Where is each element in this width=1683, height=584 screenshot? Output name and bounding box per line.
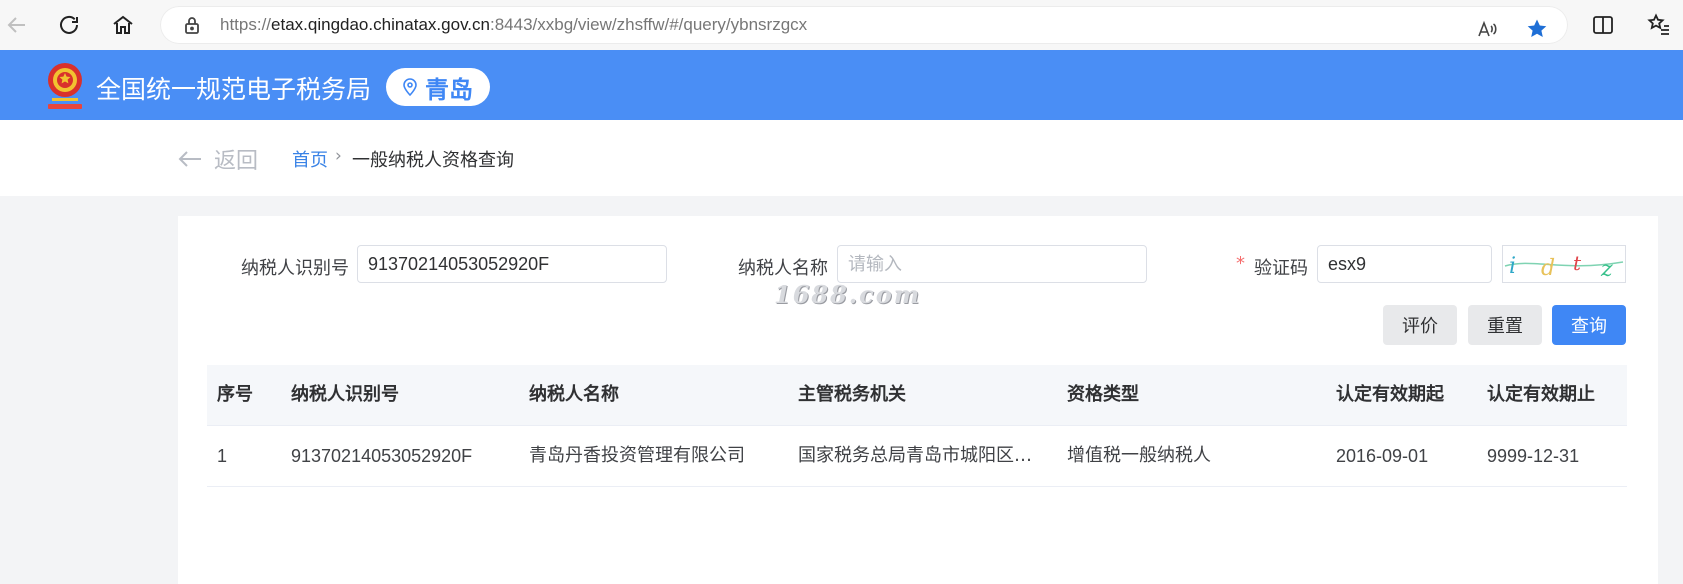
- header-valid-to: 认定有效期止: [1487, 384, 1595, 405]
- url-host: etax.qingdao.chinatax.gov.cn: [271, 15, 490, 34]
- left-arrow-icon: [178, 151, 201, 167]
- refresh-icon[interactable]: [54, 10, 84, 40]
- taxpayer-name-input[interactable]: [837, 245, 1147, 283]
- cell-taxpayer-name: 青岛丹香投资管理有限公司: [529, 445, 745, 466]
- required-mark: *: [1236, 253, 1245, 274]
- taxpayer-id-label: 纳税人识别号: [241, 258, 349, 279]
- captcha-input[interactable]: [1317, 245, 1492, 283]
- captcha-label: 验证码: [1254, 258, 1308, 279]
- browser-toolbar: https://etax.qingdao.chinatax.gov.cn:844…: [0, 0, 1683, 51]
- url-text[interactable]: https://etax.qingdao.chinatax.gov.cn:844…: [220, 15, 807, 35]
- breadcrumb-home[interactable]: 首页: [292, 146, 328, 172]
- back-arrow-icon[interactable]: [2, 10, 32, 40]
- table-header: 序号 纳税人识别号 纳税人名称 主管税务机关 资格类型 认定有效期起 认定有效期…: [207, 365, 1627, 426]
- header-taxpayer-id: 纳税人识别号: [291, 384, 399, 405]
- back-button[interactable]: 返回: [178, 143, 258, 175]
- cell-tax-authority: 国家税务总局青岛市城阳区税…: [798, 445, 1048, 466]
- lock-icon[interactable]: [182, 15, 202, 35]
- breadcrumb-current: 一般纳税人资格查询: [352, 150, 514, 171]
- header-taxpayer-name: 纳税人名称: [529, 384, 619, 405]
- captcha-char-4: z: [1600, 257, 1613, 282]
- header-qualification-type: 资格类型: [1067, 384, 1139, 405]
- header-valid-from: 认定有效期起: [1336, 384, 1444, 405]
- results-table: 序号 纳税人识别号 纳税人名称 主管税务机关 资格类型 认定有效期起 认定有效期…: [207, 365, 1627, 487]
- url-prefix: https://: [220, 15, 272, 34]
- cell-index: 1: [217, 446, 228, 466]
- breadcrumb-separator: ›: [335, 146, 342, 166]
- reset-button[interactable]: 重置: [1468, 305, 1542, 345]
- read-aloud-icon[interactable]: [1476, 18, 1498, 40]
- taxpayer-name-label: 纳税人名称: [738, 258, 828, 279]
- query-button[interactable]: 查询: [1552, 305, 1626, 345]
- captcha-image[interactable]: i d t z: [1502, 245, 1626, 283]
- cell-taxpayer-id: 91370214053052920F: [291, 446, 473, 466]
- evaluate-button[interactable]: 评价: [1383, 305, 1457, 345]
- cell-valid-from: 2016-09-01: [1336, 446, 1429, 466]
- captcha-char-1: i: [1509, 254, 1516, 279]
- table-row[interactable]: 1 91370214053052920F 青岛丹香投资管理有限公司 国家税务总局…: [207, 426, 1627, 487]
- header-tax-authority: 主管税务机关: [798, 384, 906, 405]
- region-selector[interactable]: 青岛: [386, 68, 490, 106]
- favorite-star-icon[interactable]: [1526, 18, 1548, 40]
- cell-qualification-type: 增值税一般纳税人: [1067, 445, 1211, 466]
- captcha-char-2: d: [1541, 256, 1555, 281]
- region-name: 青岛: [425, 75, 473, 104]
- header-index: 序号: [217, 384, 253, 405]
- location-pin-icon: [403, 78, 417, 96]
- cell-valid-to: 9999-12-31: [1487, 446, 1580, 466]
- national-emblem-icon[interactable]: [44, 58, 86, 112]
- captcha-char-3: t: [1573, 251, 1582, 275]
- favorites-list-icon[interactable]: [1644, 10, 1674, 40]
- watermark-text: 1688.com: [774, 280, 922, 309]
- split-screen-icon[interactable]: [1588, 10, 1618, 40]
- site-title[interactable]: 全国统一规范电子税务局: [96, 70, 371, 106]
- back-label: 返回: [214, 149, 259, 174]
- address-bar[interactable]: https://etax.qingdao.chinatax.gov.cn:844…: [160, 6, 1568, 44]
- taxpayer-id-input[interactable]: [357, 245, 667, 283]
- home-icon[interactable]: [108, 10, 138, 40]
- url-path: :8443/xxbg/view/zhsffw/#/query/ybnsrzgcx: [489, 15, 808, 34]
